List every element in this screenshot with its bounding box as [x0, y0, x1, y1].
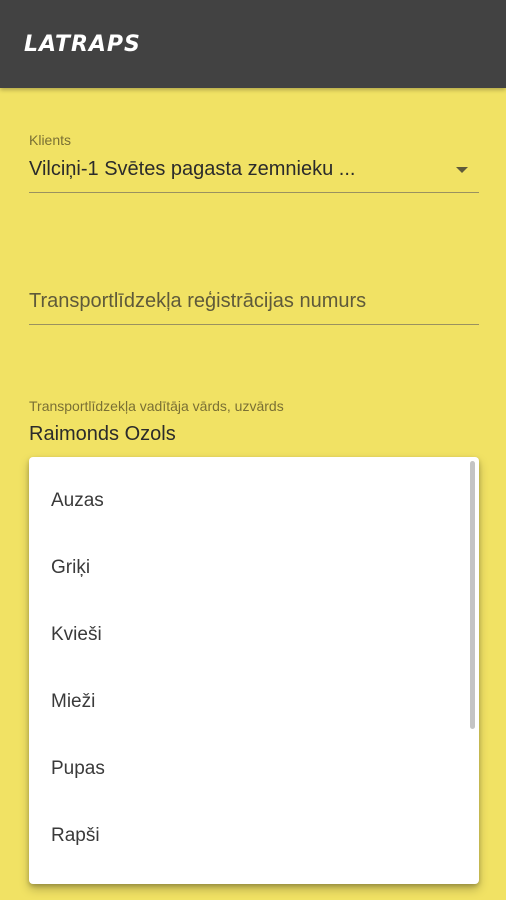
driver-name-input[interactable]: Transportlīdzekļa vadītāja vārds, uzvārd… [29, 394, 479, 454]
menu-item-griki[interactable]: Griķi [29, 534, 469, 601]
menu-scrollbar[interactable] [470, 461, 475, 729]
chevron-down-icon[interactable] [456, 167, 468, 173]
driver-name-label: Transportlīdzekļa vadītāja vārds, uzvārd… [29, 398, 284, 414]
client-label: Klients [29, 132, 72, 148]
registration-number-input[interactable]: Transportlīdzekļa reģistrācijas numurs [29, 286, 479, 326]
menu-item-kviesi[interactable]: Kvieši [29, 601, 469, 668]
crop-dropdown-menu[interactable]: Auzas Griķi Kvieši Mieži Pupas Rapši [29, 457, 479, 884]
driver-name-value: Raimonds Ozols [29, 423, 176, 445]
app-bar: LATRAPS [0, 0, 506, 88]
menu-item-auzas[interactable]: Auzas [29, 467, 469, 534]
registration-number-placeholder: Transportlīdzekļa reģistrācijas numurs [29, 290, 367, 312]
menu-item-pupas[interactable]: Pupas [29, 735, 469, 802]
menu-item-rapsi[interactable]: Rapši [29, 802, 469, 869]
latraps-logo: LATRAPS [24, 32, 141, 57]
client-underline [29, 192, 479, 193]
client-value: Vilciņi-1 Svētes pagasta zemnieku ... [29, 158, 356, 180]
menu-item-miezi[interactable]: Mieži [29, 668, 469, 735]
registration-underline [29, 324, 479, 325]
client-select[interactable]: Klients Vilciņi-1 Svētes pagasta zemniek… [29, 128, 479, 194]
